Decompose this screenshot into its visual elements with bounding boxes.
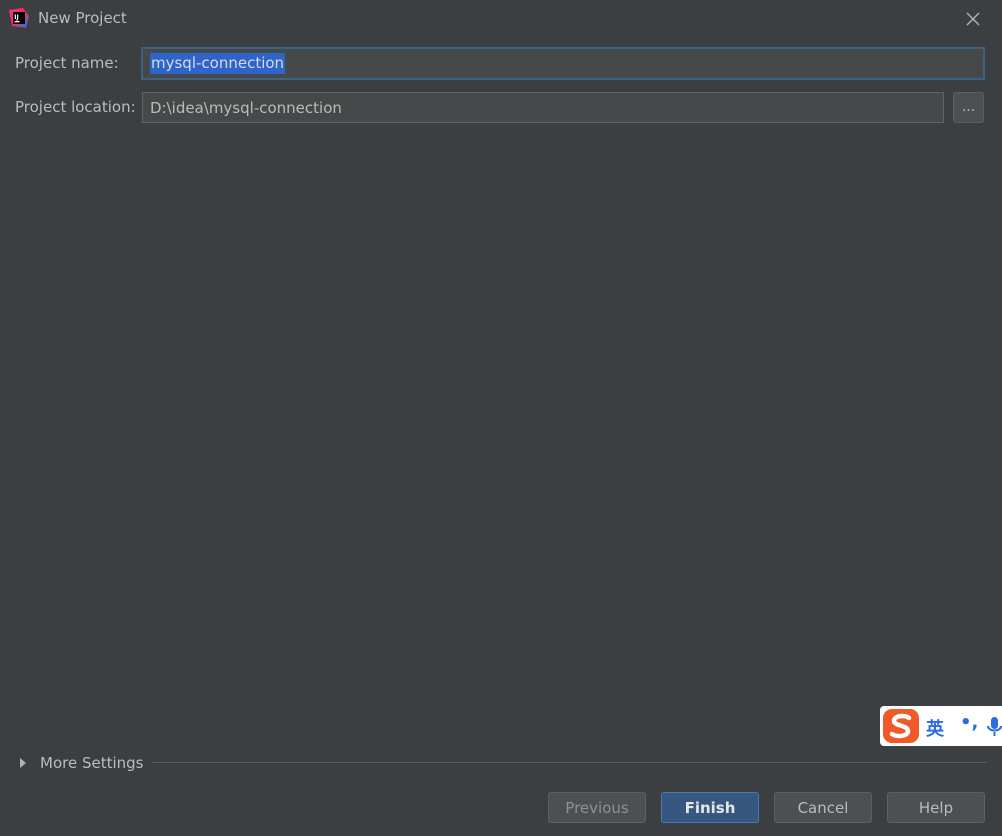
- new-project-dialog: IJ New Project Project name: mysql-conne…: [0, 0, 1002, 836]
- project-name-input[interactable]: mysql-connection: [141, 47, 985, 80]
- expand-triangle-icon: [20, 758, 26, 768]
- project-location-label: Project location:: [15, 98, 136, 116]
- ime-language-indicator[interactable]: 英: [926, 715, 944, 741]
- title-bar: IJ New Project: [0, 0, 1002, 36]
- browse-button[interactable]: ...: [953, 92, 984, 123]
- ime-punctuation-indicator[interactable]: •,: [960, 712, 978, 733]
- more-settings-toggle[interactable]: More Settings: [20, 752, 143, 774]
- project-location-value: D:\idea\mysql-connection: [150, 98, 342, 117]
- svg-text:IJ: IJ: [14, 14, 18, 21]
- close-icon: [966, 12, 980, 26]
- more-settings-divider: [152, 762, 987, 763]
- microphone-icon[interactable]: [986, 715, 1002, 739]
- help-button[interactable]: Help: [887, 792, 985, 823]
- project-location-input[interactable]: D:\idea\mysql-connection: [142, 92, 944, 123]
- sogou-s-icon[interactable]: [882, 708, 920, 744]
- finish-button[interactable]: Finish: [661, 792, 759, 823]
- close-button[interactable]: [960, 6, 986, 32]
- project-name-label: Project name:: [15, 54, 119, 72]
- cancel-button[interactable]: Cancel: [774, 792, 872, 823]
- intellij-idea-icon: IJ: [9, 8, 29, 28]
- project-name-value: mysql-connection: [150, 53, 286, 74]
- ime-toolbar[interactable]: 英 •,: [880, 706, 1002, 746]
- dialog-title: New Project: [38, 9, 127, 27]
- previous-button[interactable]: Previous: [548, 792, 646, 823]
- more-settings-label: More Settings: [40, 754, 144, 772]
